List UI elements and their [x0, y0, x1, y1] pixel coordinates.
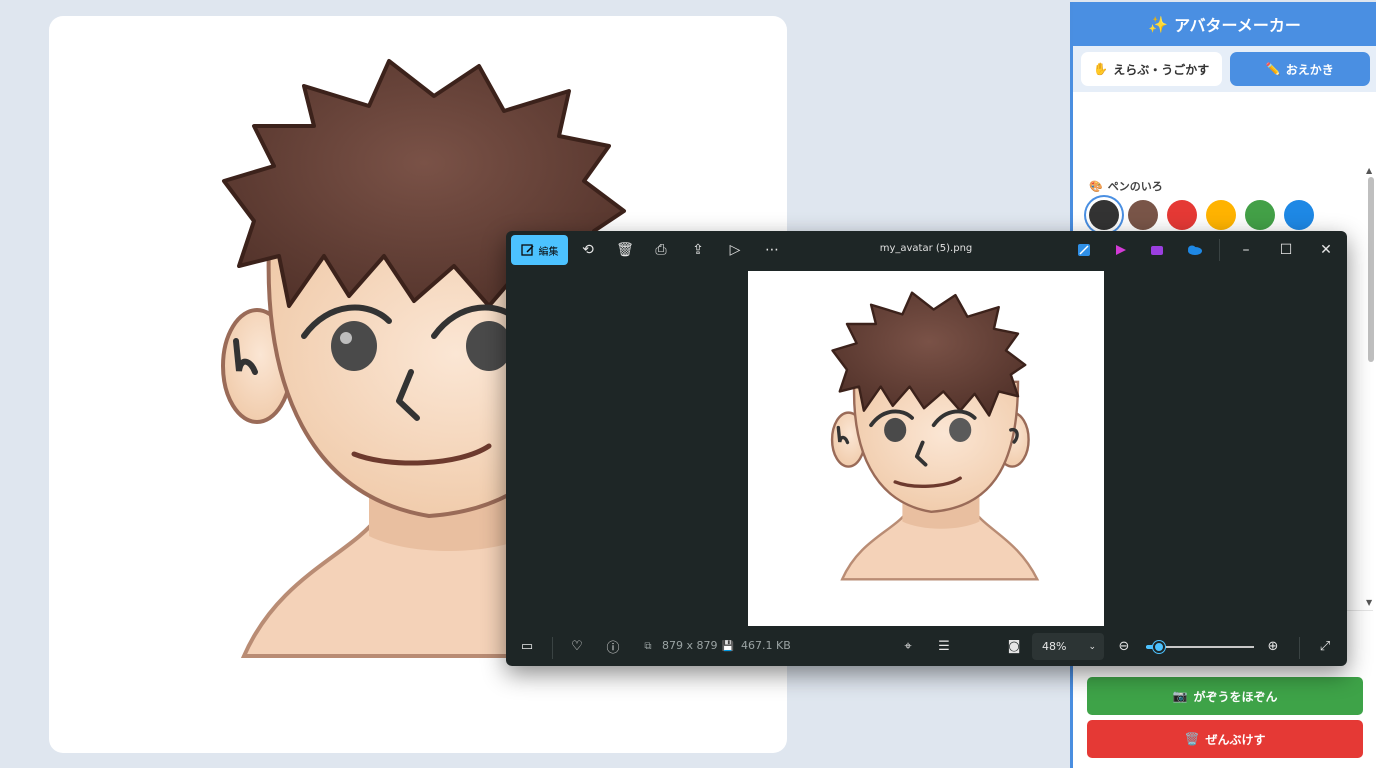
panel-scrollbar-thumb[interactable]: [1368, 177, 1374, 362]
trash-icon[interactable]: 🗑: [616, 241, 634, 259]
photo-editor-app-icon[interactable]: [1075, 241, 1093, 259]
camera-icon: 📷: [1172, 689, 1188, 703]
tab-select-move[interactable]: ✋ えらぶ・うごかす: [1081, 52, 1222, 86]
zoom-slider-thumb[interactable]: [1152, 641, 1165, 653]
left-eye: [331, 321, 377, 371]
pen-color-text: ペンのいろ: [1107, 180, 1163, 193]
pen-color-swatch[interactable]: [1089, 200, 1119, 230]
zoom-level-dropdown[interactable]: 48% ⌄: [1032, 633, 1104, 660]
zoom-slider[interactable]: [1146, 641, 1254, 653]
zoom-in-icon[interactable]: ⊕: [1264, 637, 1282, 655]
zoom-out-icon[interactable]: ⊖: [1115, 637, 1133, 655]
minimize-icon[interactable]: –: [1237, 241, 1255, 259]
tab-select-label: えらぶ・うごかす: [1113, 62, 1210, 77]
viewer-status-bar: ▭ ♡ ⓘ ⧉ 879 x 879 💾 467.1 KB ⌖ ☰ ◙ 48% ⌄…: [506, 629, 1347, 666]
zoom-level-value: 48%: [1042, 640, 1067, 653]
pencil-icon: ✏️: [1265, 62, 1281, 76]
file-size: 467.1 KB: [741, 639, 791, 652]
viewer-toolbar: 編集 ⟲ 🗑 ⎙ ⇪ ▷ ⋯ my_avatar (5).png – ☐ ✕: [506, 231, 1347, 269]
info-icon[interactable]: ⓘ: [604, 637, 622, 656]
tab-draw[interactable]: ✏️ おえかき: [1229, 52, 1370, 86]
clear-all-label: ぜんぶけす: [1205, 732, 1266, 747]
file-size-icon: 💾: [721, 640, 735, 652]
mode-tabs: ✋ えらぶ・うごかす ✏️ おえかき: [1073, 46, 1376, 92]
photo-viewer-window[interactable]: 編集 ⟲ 🗑 ⎙ ⇪ ▷ ⋯ my_avatar (5).png – ☐ ✕ ▭…: [506, 231, 1347, 666]
scroll-down-arrow-icon[interactable]: ▼: [1366, 598, 1372, 607]
file-name: my_avatar (5).png: [879, 243, 973, 254]
clipchamp-app-icon[interactable]: [1148, 241, 1166, 259]
pen-color-swatch[interactable]: [1128, 200, 1158, 230]
print-icon[interactable]: ⎙: [652, 241, 670, 259]
status-separator: [1299, 637, 1300, 659]
more-icon[interactable]: ⋯: [763, 241, 781, 259]
pen-color-swatches: [1089, 200, 1314, 230]
designer-app-icon[interactable]: [1112, 241, 1130, 259]
panel-header: ✨ アバターメーカー: [1073, 2, 1376, 46]
trash-icon: 🗑️: [1184, 732, 1200, 746]
app-title: アバターメーカー: [1174, 16, 1301, 35]
palette-icon: 🎨: [1089, 179, 1103, 193]
slideshow-icon[interactable]: ▷: [726, 241, 744, 259]
save-image-button[interactable]: 📷 がぞうをほぞん: [1087, 677, 1363, 715]
dimensions-icon: ⧉: [644, 640, 652, 652]
image-dimensions: 879 x 879: [662, 639, 718, 652]
fullscreen-icon[interactable]: ⤢: [1316, 637, 1334, 655]
pen-color-swatch[interactable]: [1206, 200, 1236, 230]
close-icon[interactable]: ✕: [1317, 241, 1335, 259]
favorite-heart-icon[interactable]: ♡: [568, 637, 586, 655]
onedrive-cloud-icon[interactable]: [1185, 241, 1203, 259]
edit-button[interactable]: 編集: [511, 235, 568, 265]
status-separator: [552, 637, 553, 659]
rotate-icon[interactable]: ⟲: [579, 241, 597, 259]
share-icon[interactable]: ⇪: [689, 241, 707, 259]
actual-size-icon[interactable]: ◙: [1005, 637, 1023, 655]
pen-color-swatch[interactable]: [1284, 200, 1314, 230]
edit-image-icon: [520, 244, 534, 256]
edit-label: 編集: [538, 246, 559, 258]
save-image-label: がぞうをほぞん: [1193, 689, 1278, 704]
toolbar-separator: [1219, 239, 1220, 261]
scroll-up-arrow-icon[interactable]: ▲: [1366, 166, 1372, 175]
filmstrip-icon[interactable]: ▭: [518, 637, 536, 655]
avatar-preview: [830, 291, 1040, 581]
sparkle-icon: ✨: [1148, 14, 1169, 34]
visual-search-icon[interactable]: ⌖: [899, 637, 917, 655]
chevron-down-icon: ⌄: [1088, 641, 1096, 652]
viewer-image-preview[interactable]: [748, 271, 1104, 626]
pen-color-swatch[interactable]: [1245, 200, 1275, 230]
maximize-icon[interactable]: ☐: [1277, 241, 1295, 259]
scan-text-icon[interactable]: ☰: [935, 637, 953, 655]
clear-all-button[interactable]: 🗑️ ぜんぶけす: [1087, 720, 1363, 758]
tab-draw-label: おえかき: [1285, 62, 1334, 77]
hand-icon: ✋: [1093, 62, 1109, 76]
pen-color-label: 🎨 ペンのいろ: [1089, 178, 1163, 194]
pen-color-swatch[interactable]: [1167, 200, 1197, 230]
